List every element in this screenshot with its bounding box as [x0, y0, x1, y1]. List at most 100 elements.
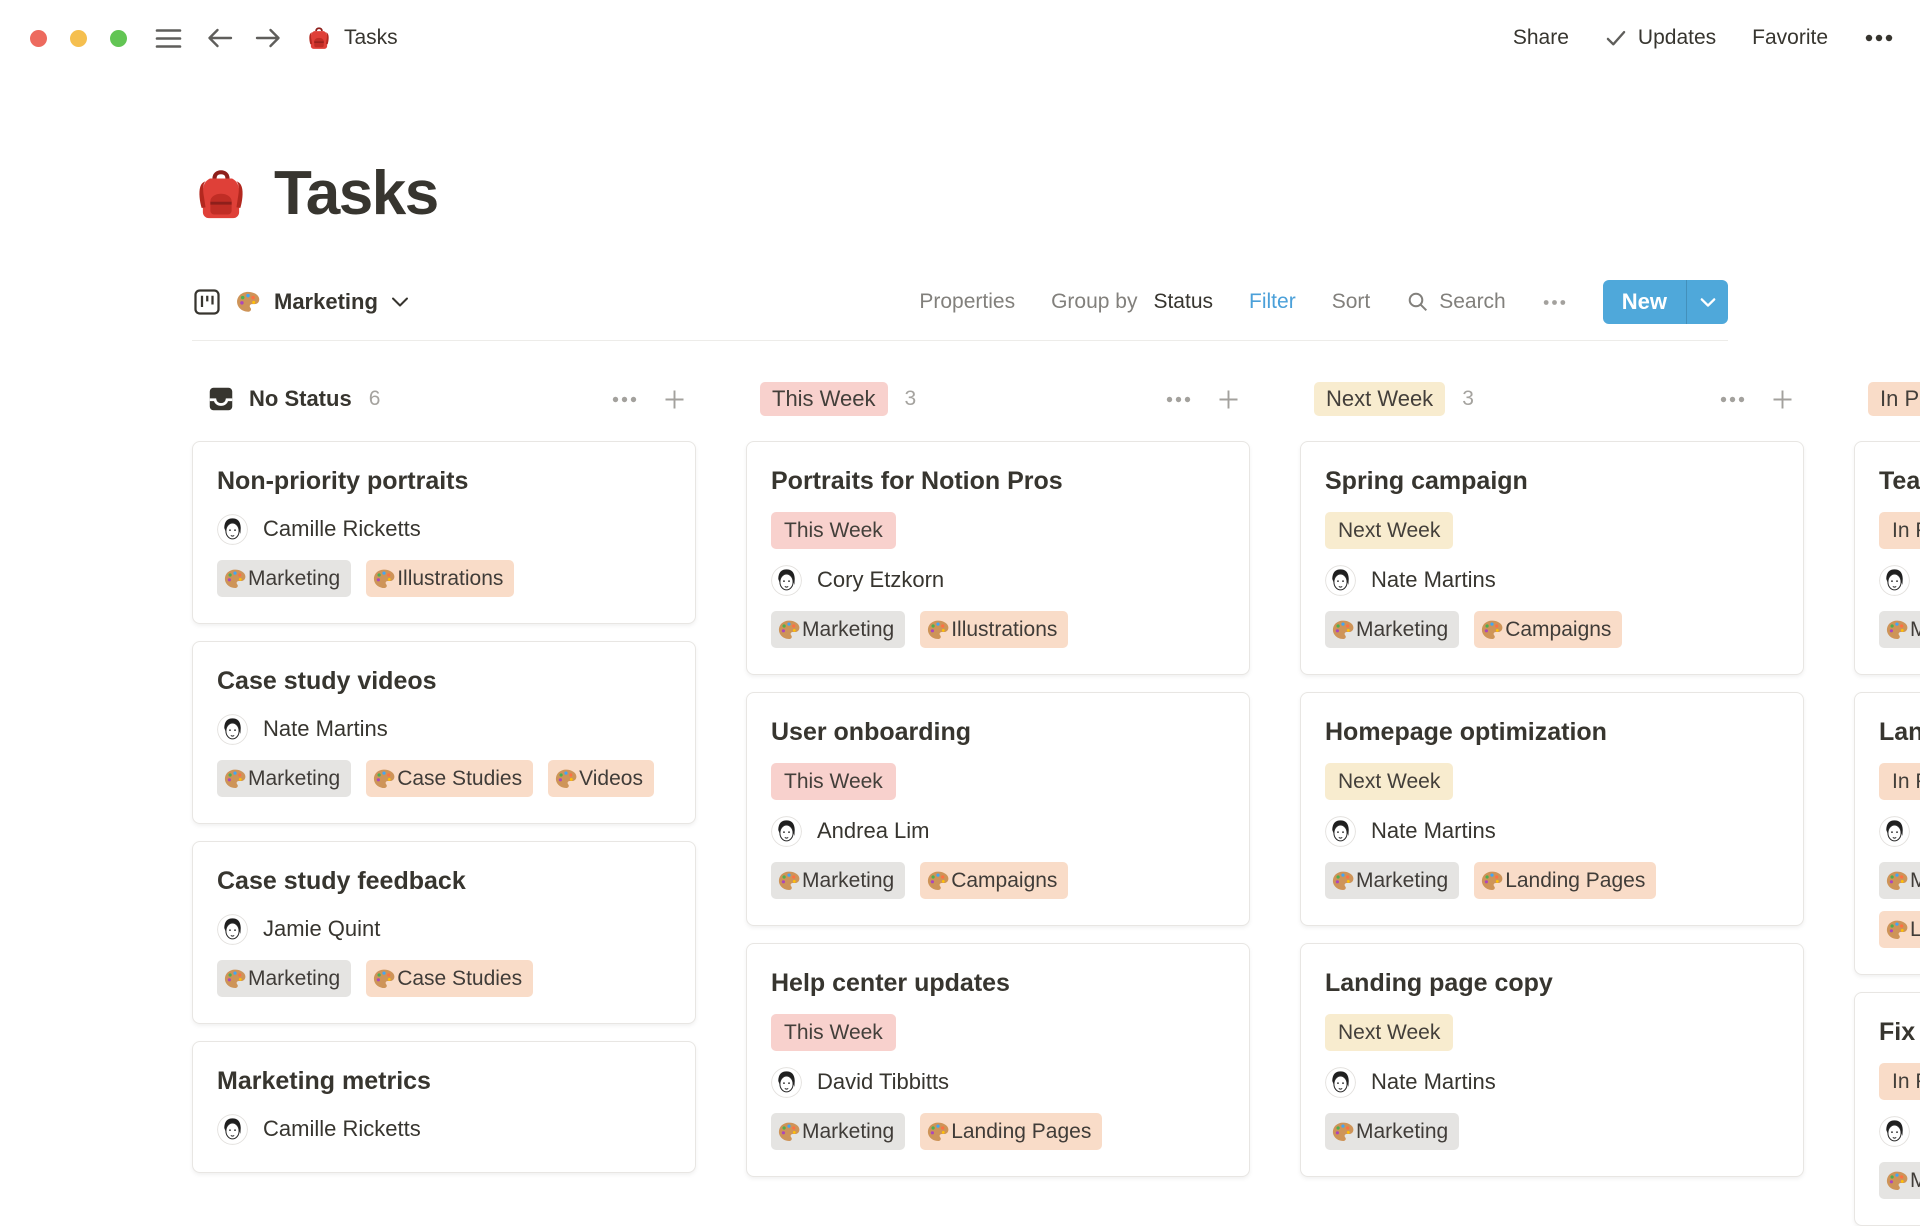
task-card[interactable]: Portraits for Notion ProsThis WeekCory E… — [746, 441, 1250, 675]
column-add-icon[interactable] — [1215, 386, 1242, 413]
status-badge: In P — [1879, 512, 1920, 549]
status-badge: In P — [1879, 763, 1920, 800]
search-icon — [1406, 290, 1430, 314]
column-options-icon[interactable] — [1165, 395, 1192, 404]
card-title: Help center updates — [771, 966, 1225, 1000]
sort-button[interactable]: Sort — [1332, 290, 1371, 314]
card-title: User onboarding — [771, 715, 1225, 749]
view-toolbar: Marketing Properties Group byStatus Filt… — [192, 280, 1728, 341]
avatar — [1325, 1067, 1356, 1098]
column-title-badge: In Pr — [1868, 382, 1920, 416]
column-actions — [611, 386, 688, 413]
updates-button[interactable]: Updates — [1605, 26, 1716, 50]
status-badge: This Week — [771, 1014, 896, 1051]
task-card[interactable]: Landing page copyNext WeekNate MartinsMa… — [1300, 943, 1804, 1177]
card-assignee: Camille Ricketts — [217, 512, 671, 546]
tag-la: La — [1879, 911, 1920, 948]
tag-landing-pages: Landing Pages — [1474, 862, 1656, 899]
task-card[interactable]: TearIn PDM — [1854, 441, 1920, 675]
tag-m: M — [1879, 611, 1920, 648]
filter-button[interactable]: Filter — [1249, 290, 1296, 314]
breadcrumb[interactable]: Tasks — [306, 25, 398, 51]
card-tags: MarketingCase StudiesVideos — [217, 760, 671, 797]
card-tags: MarketingIllustrations — [217, 560, 671, 597]
backpack-emoji-icon — [306, 25, 332, 51]
task-card[interactable]: Case study videosNate MartinsMarketingCa… — [192, 641, 696, 824]
card-assignee: Nate Martins — [217, 712, 671, 746]
page-title[interactable]: Tasks — [274, 156, 438, 232]
tag-case-studies: Case Studies — [366, 960, 533, 997]
status-badge: Next Week — [1325, 512, 1453, 549]
card-assignee: D — [1879, 1114, 1920, 1148]
avatar — [217, 714, 248, 745]
view-selector[interactable]: Marketing — [192, 287, 409, 317]
status-badge: This Week — [771, 763, 896, 800]
column-add-icon[interactable] — [1769, 386, 1796, 413]
status-row: Next Week — [1325, 512, 1779, 549]
more-options-icon[interactable] — [1864, 33, 1894, 43]
forward-arrow-icon[interactable] — [254, 26, 282, 50]
column-actions — [1165, 386, 1242, 413]
card-title: Land — [1879, 715, 1920, 749]
board-column-in-progress: In PrTearIn PDMLandIn PCMLaFix sIn PDM — [1854, 379, 1920, 1226]
card-assignee: Nate Martins — [1325, 1065, 1779, 1099]
tag-marketing: Marketing — [771, 1113, 905, 1150]
group-by-button[interactable]: Group byStatus — [1051, 290, 1213, 314]
column-options-icon[interactable] — [611, 395, 638, 404]
share-button[interactable]: Share — [1513, 26, 1569, 50]
group-by-value: Status — [1153, 290, 1213, 314]
column-options-icon[interactable] — [1719, 395, 1746, 404]
avatar — [1325, 816, 1356, 847]
status-row: In P — [1879, 512, 1920, 549]
card-assignee: David Tibbitts — [771, 1065, 1225, 1099]
card-assignee: Camille Ricketts — [217, 1112, 671, 1146]
task-card[interactable]: Non-priority portraits Camille Ricketts Ma… — [192, 441, 696, 624]
page-header: Tasks — [192, 156, 1728, 232]
back-arrow-icon[interactable] — [206, 26, 234, 50]
card-tags: MLa — [1879, 862, 1920, 948]
task-card[interactable]: Fix sIn PDM — [1854, 992, 1920, 1226]
card-tags: M — [1879, 611, 1920, 648]
status-row: This Week — [771, 512, 1225, 549]
card-title: Marketing metrics — [217, 1064, 671, 1098]
column-add-icon[interactable] — [661, 386, 688, 413]
task-card[interactable]: Help center updates This Week David Tibbit… — [746, 943, 1250, 1177]
column-header: This Week 3 — [746, 379, 1250, 419]
tag-marketing: Marketing — [217, 760, 351, 797]
avatar — [1879, 565, 1910, 596]
toolbar-more-options-icon[interactable] — [1542, 298, 1567, 307]
column-header: Next Week3 — [1300, 379, 1804, 419]
task-card[interactable]: LandIn PCMLa — [1854, 692, 1920, 975]
properties-button[interactable]: Properties — [919, 290, 1015, 314]
task-card[interactable]: Homepage optimizationNext WeekNate Marti… — [1300, 692, 1804, 926]
new-button[interactable]: New — [1603, 280, 1686, 324]
tag-marketing: Marketing — [771, 862, 905, 899]
window-close-button[interactable] — [30, 30, 47, 47]
breadcrumb-label: Tasks — [344, 26, 398, 50]
task-card[interactable]: Spring campaignNext WeekNate MartinsMark… — [1300, 441, 1804, 675]
window-minimize-button[interactable] — [70, 30, 87, 47]
tag-marketing: Marketing — [771, 611, 905, 648]
column-count: 3 — [905, 387, 917, 411]
task-card[interactable]: User onboardingThis WeekAndrea LimMarket… — [746, 692, 1250, 926]
tag-marketing: Marketing — [217, 960, 351, 997]
kanban-board-icon — [192, 287, 222, 317]
assignee-name: Nate Martins — [1371, 818, 1496, 844]
window-titlebar: Tasks Share Updates Favorite — [0, 0, 1920, 76]
column-title: No Status — [249, 386, 352, 412]
task-card[interactable]: Marketing metrics Camille Ricketts — [192, 1041, 696, 1173]
new-dropdown-chevron-icon[interactable] — [1686, 280, 1728, 324]
column-header: In Pr — [1854, 379, 1920, 419]
task-card[interactable]: Case study feedbackJamie QuintMarketingC… — [192, 841, 696, 1024]
search-button[interactable]: Search — [1406, 290, 1506, 314]
card-title: Case study feedback — [217, 864, 671, 898]
sidebar-menu-icon[interactable] — [155, 28, 182, 49]
favorite-button[interactable]: Favorite — [1752, 26, 1828, 50]
window-zoom-button[interactable] — [110, 30, 127, 47]
page-icon-backpack-emoji[interactable] — [192, 165, 250, 223]
column-title-badge: This Week — [760, 382, 888, 416]
card-tags: MarketingLanding Pages — [1325, 862, 1779, 899]
card-assignee: Nate Martins — [1325, 563, 1779, 597]
card-title: Non-priority portraits — [217, 464, 671, 498]
card-tags: MarketingIllustrations — [771, 611, 1225, 648]
